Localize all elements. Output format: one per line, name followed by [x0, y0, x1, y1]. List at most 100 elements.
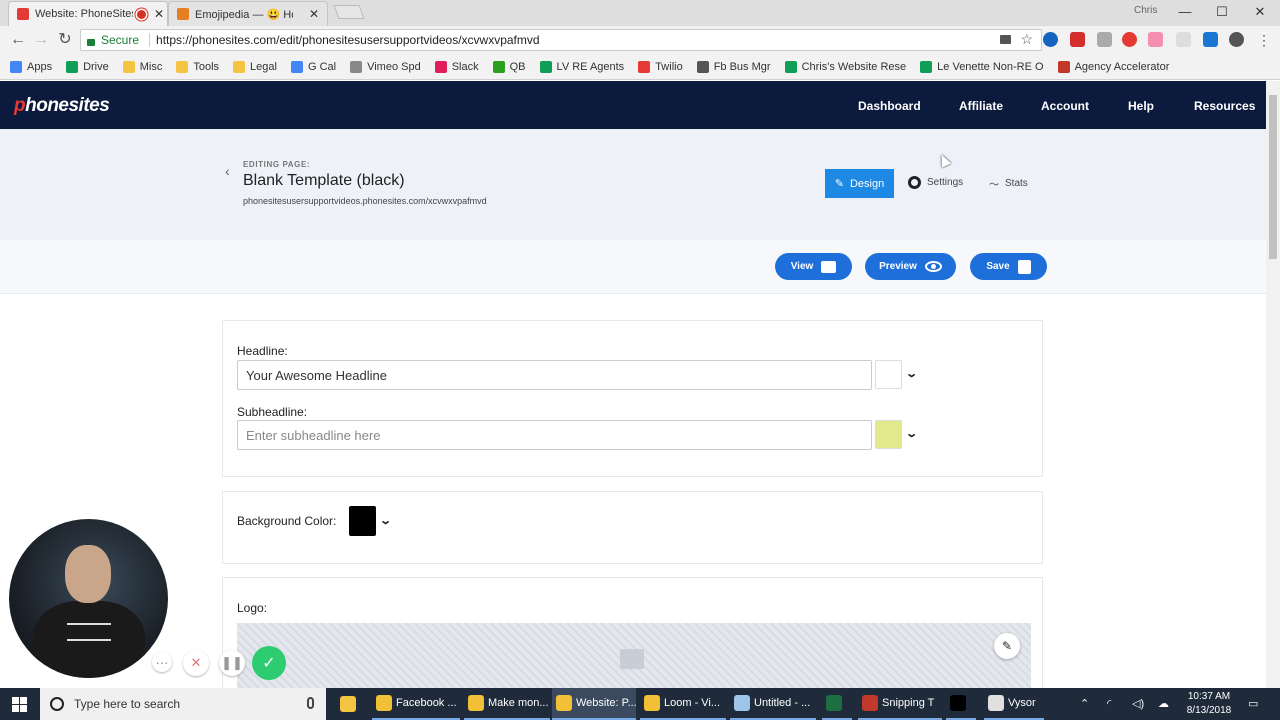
- browser-tab-strip: Website: PhoneSites U ✕ Emojipedia — 😃 H…: [0, 0, 1280, 26]
- subheadline-input[interactable]: [237, 420, 872, 450]
- browser-tab-phonesites[interactable]: Website: PhoneSites U ✕: [8, 1, 168, 26]
- extension-icon[interactable]: [1043, 32, 1058, 47]
- floppy-disk-icon: [1017, 259, 1031, 274]
- bookmark-item[interactable]: LV RE Agents: [539, 60, 624, 73]
- volume-icon[interactable]: ◁): [1132, 697, 1144, 711]
- headline-input[interactable]: [237, 360, 872, 390]
- taskbar-item[interactable]: Snipping T: [858, 688, 942, 720]
- bookmark-item[interactable]: Slack: [434, 60, 479, 73]
- taskbar-item[interactable]: [822, 688, 852, 720]
- logo-upload-area[interactable]: ✎: [237, 623, 1031, 693]
- bookmark-item[interactable]: G Cal: [290, 60, 336, 73]
- loom-cancel-icon[interactable]: ✕: [183, 650, 209, 676]
- taskbar-item[interactable]: Website: P...: [552, 688, 637, 720]
- network-icon[interactable]: ◜: [1107, 697, 1111, 711]
- bookmark-item[interactable]: Vimeo Spd: [350, 60, 421, 73]
- folder-icon: [122, 60, 135, 73]
- file-explorer-icon[interactable]: [336, 688, 360, 720]
- chevron-down-icon[interactable]: ⌄: [905, 367, 918, 380]
- address-bar[interactable]: Secure https://phonesites.com/edit/phone…: [80, 29, 1042, 51]
- back-chevron-icon[interactable]: ‹: [225, 163, 230, 179]
- preview-button[interactable]: Preview: [865, 253, 956, 280]
- close-tab-icon[interactable]: ✕: [154, 7, 164, 21]
- tray-chevron-icon[interactable]: ⌃: [1080, 697, 1089, 711]
- minimize-button[interactable]: —: [1166, 2, 1204, 22]
- extension-icon[interactable]: [1070, 32, 1085, 47]
- nav-dashboard[interactable]: Dashboard: [858, 99, 921, 113]
- nav-help[interactable]: Help: [1128, 99, 1154, 113]
- windows-start-icon[interactable]: [12, 697, 27, 712]
- new-tab-button[interactable]: [333, 5, 365, 19]
- taskbar-item[interactable]: Facebook ...: [372, 688, 460, 720]
- extension-icon[interactable]: [1148, 32, 1163, 47]
- edit-logo-button[interactable]: ✎: [994, 633, 1020, 659]
- bookmark-label: Slack: [451, 60, 479, 73]
- extension-icon[interactable]: [1203, 32, 1218, 47]
- chevron-down-icon[interactable]: ⌄: [905, 427, 918, 440]
- phonesites-logo[interactable]: phonesites: [14, 95, 110, 117]
- extension-icon[interactable]: [1097, 32, 1112, 47]
- maximize-button[interactable]: ☐: [1203, 2, 1241, 22]
- camera-icon[interactable]: [1000, 35, 1011, 44]
- bookmark-item[interactable]: Drive: [66, 60, 109, 73]
- reload-icon[interactable]: ↻: [55, 30, 75, 50]
- page-scrollbar[interactable]: [1266, 81, 1280, 688]
- bookmark-item[interactable]: Fb Bus Mgr: [696, 60, 771, 73]
- background-color-swatch[interactable]: [349, 506, 376, 536]
- bookmark-item[interactable]: Chris's Website Rese: [784, 60, 907, 73]
- taskbar-item[interactable]: Untitled - ...: [730, 688, 816, 720]
- url-text[interactable]: https://phonesites.com/edit/phonesitesus…: [156, 33, 540, 47]
- bookmark-item[interactable]: Apps: [10, 60, 52, 73]
- bookmark-star-icon[interactable]: ☆: [1020, 31, 1033, 48]
- bookmark-label: Chris's Website Rese: [801, 60, 907, 73]
- taskbar-item[interactable]: Loom - Vi...: [640, 688, 726, 720]
- nav-resources[interactable]: Resources: [1194, 99, 1255, 113]
- loom-more-icon[interactable]: ···: [152, 652, 172, 672]
- subheadline-color-swatch[interactable]: [875, 420, 902, 449]
- forward-icon[interactable]: →: [31, 30, 51, 50]
- browser-user-name[interactable]: Chris: [1134, 5, 1157, 16]
- tab-stats[interactable]: 〜 Stats: [989, 176, 1028, 191]
- editing-label: EDITING PAGE:: [243, 160, 311, 169]
- headline-color-swatch[interactable]: [875, 360, 902, 389]
- bookmark-item[interactable]: Misc: [122, 60, 162, 73]
- bookmark-item[interactable]: Tools: [176, 60, 219, 73]
- bookmark-item[interactable]: QB: [492, 60, 526, 73]
- onedrive-icon[interactable]: ☁: [1158, 697, 1169, 711]
- taskbar-clock[interactable]: 10:37 AM 8/13/2018: [1184, 690, 1234, 718]
- bookmark-item[interactable]: Legal: [233, 60, 277, 73]
- extension-icon[interactable]: [1122, 32, 1137, 47]
- webcam-bubble[interactable]: [9, 519, 168, 678]
- chrome-menu-icon[interactable]: ⋮: [1254, 30, 1274, 50]
- close-window-button[interactable]: ✕: [1241, 2, 1279, 22]
- taskbar-search[interactable]: Type here to search: [40, 688, 326, 720]
- back-icon[interactable]: ←: [8, 30, 28, 50]
- microphone-icon[interactable]: [307, 697, 314, 709]
- save-button[interactable]: Save: [970, 253, 1047, 280]
- bookmark-item[interactable]: Le Venette Non-RE O: [920, 60, 1044, 73]
- browser-tab-emojipedia[interactable]: Emojipedia — 😃 Ho ✕: [168, 1, 328, 26]
- view-button[interactable]: View: [775, 253, 852, 280]
- secure-label: Secure: [101, 33, 140, 47]
- tab-design[interactable]: ✎ Design: [825, 169, 894, 198]
- extension-icon[interactable]: [1229, 32, 1244, 47]
- taskbar-item[interactable]: Make mon...: [464, 688, 550, 720]
- loom-pause-icon[interactable]: ❚❚: [219, 650, 245, 676]
- tab-settings[interactable]: Settings: [908, 176, 963, 189]
- action-center-icon[interactable]: ▭: [1248, 697, 1258, 711]
- taskbar-item[interactable]: Vysor: [984, 688, 1044, 720]
- bookmark-item[interactable]: Agency Accelerator: [1057, 60, 1169, 73]
- nav-account[interactable]: Account: [1041, 99, 1089, 113]
- browser-toolbar: ← → ↻ Secure https://phonesites.com/edit…: [0, 26, 1280, 54]
- taskbar-item-label: Loom - Vi...: [664, 697, 721, 709]
- page-url[interactable]: phonesitesusersupportvideos.phonesites.c…: [243, 196, 487, 206]
- bookmark-item[interactable]: Twilio: [638, 60, 683, 73]
- chevron-down-icon[interactable]: ⌄: [379, 514, 392, 527]
- site-header: phonesites Dashboard Affiliate Account H…: [0, 81, 1266, 129]
- loom-finish-icon[interactable]: ✓: [252, 646, 286, 680]
- close-tab-icon[interactable]: ✕: [309, 7, 319, 21]
- nav-affiliate[interactable]: Affiliate: [959, 99, 1003, 113]
- scrollbar-thumb[interactable]: [1269, 95, 1277, 259]
- taskbar-item[interactable]: [946, 688, 976, 720]
- extension-icon[interactable]: [1176, 32, 1191, 47]
